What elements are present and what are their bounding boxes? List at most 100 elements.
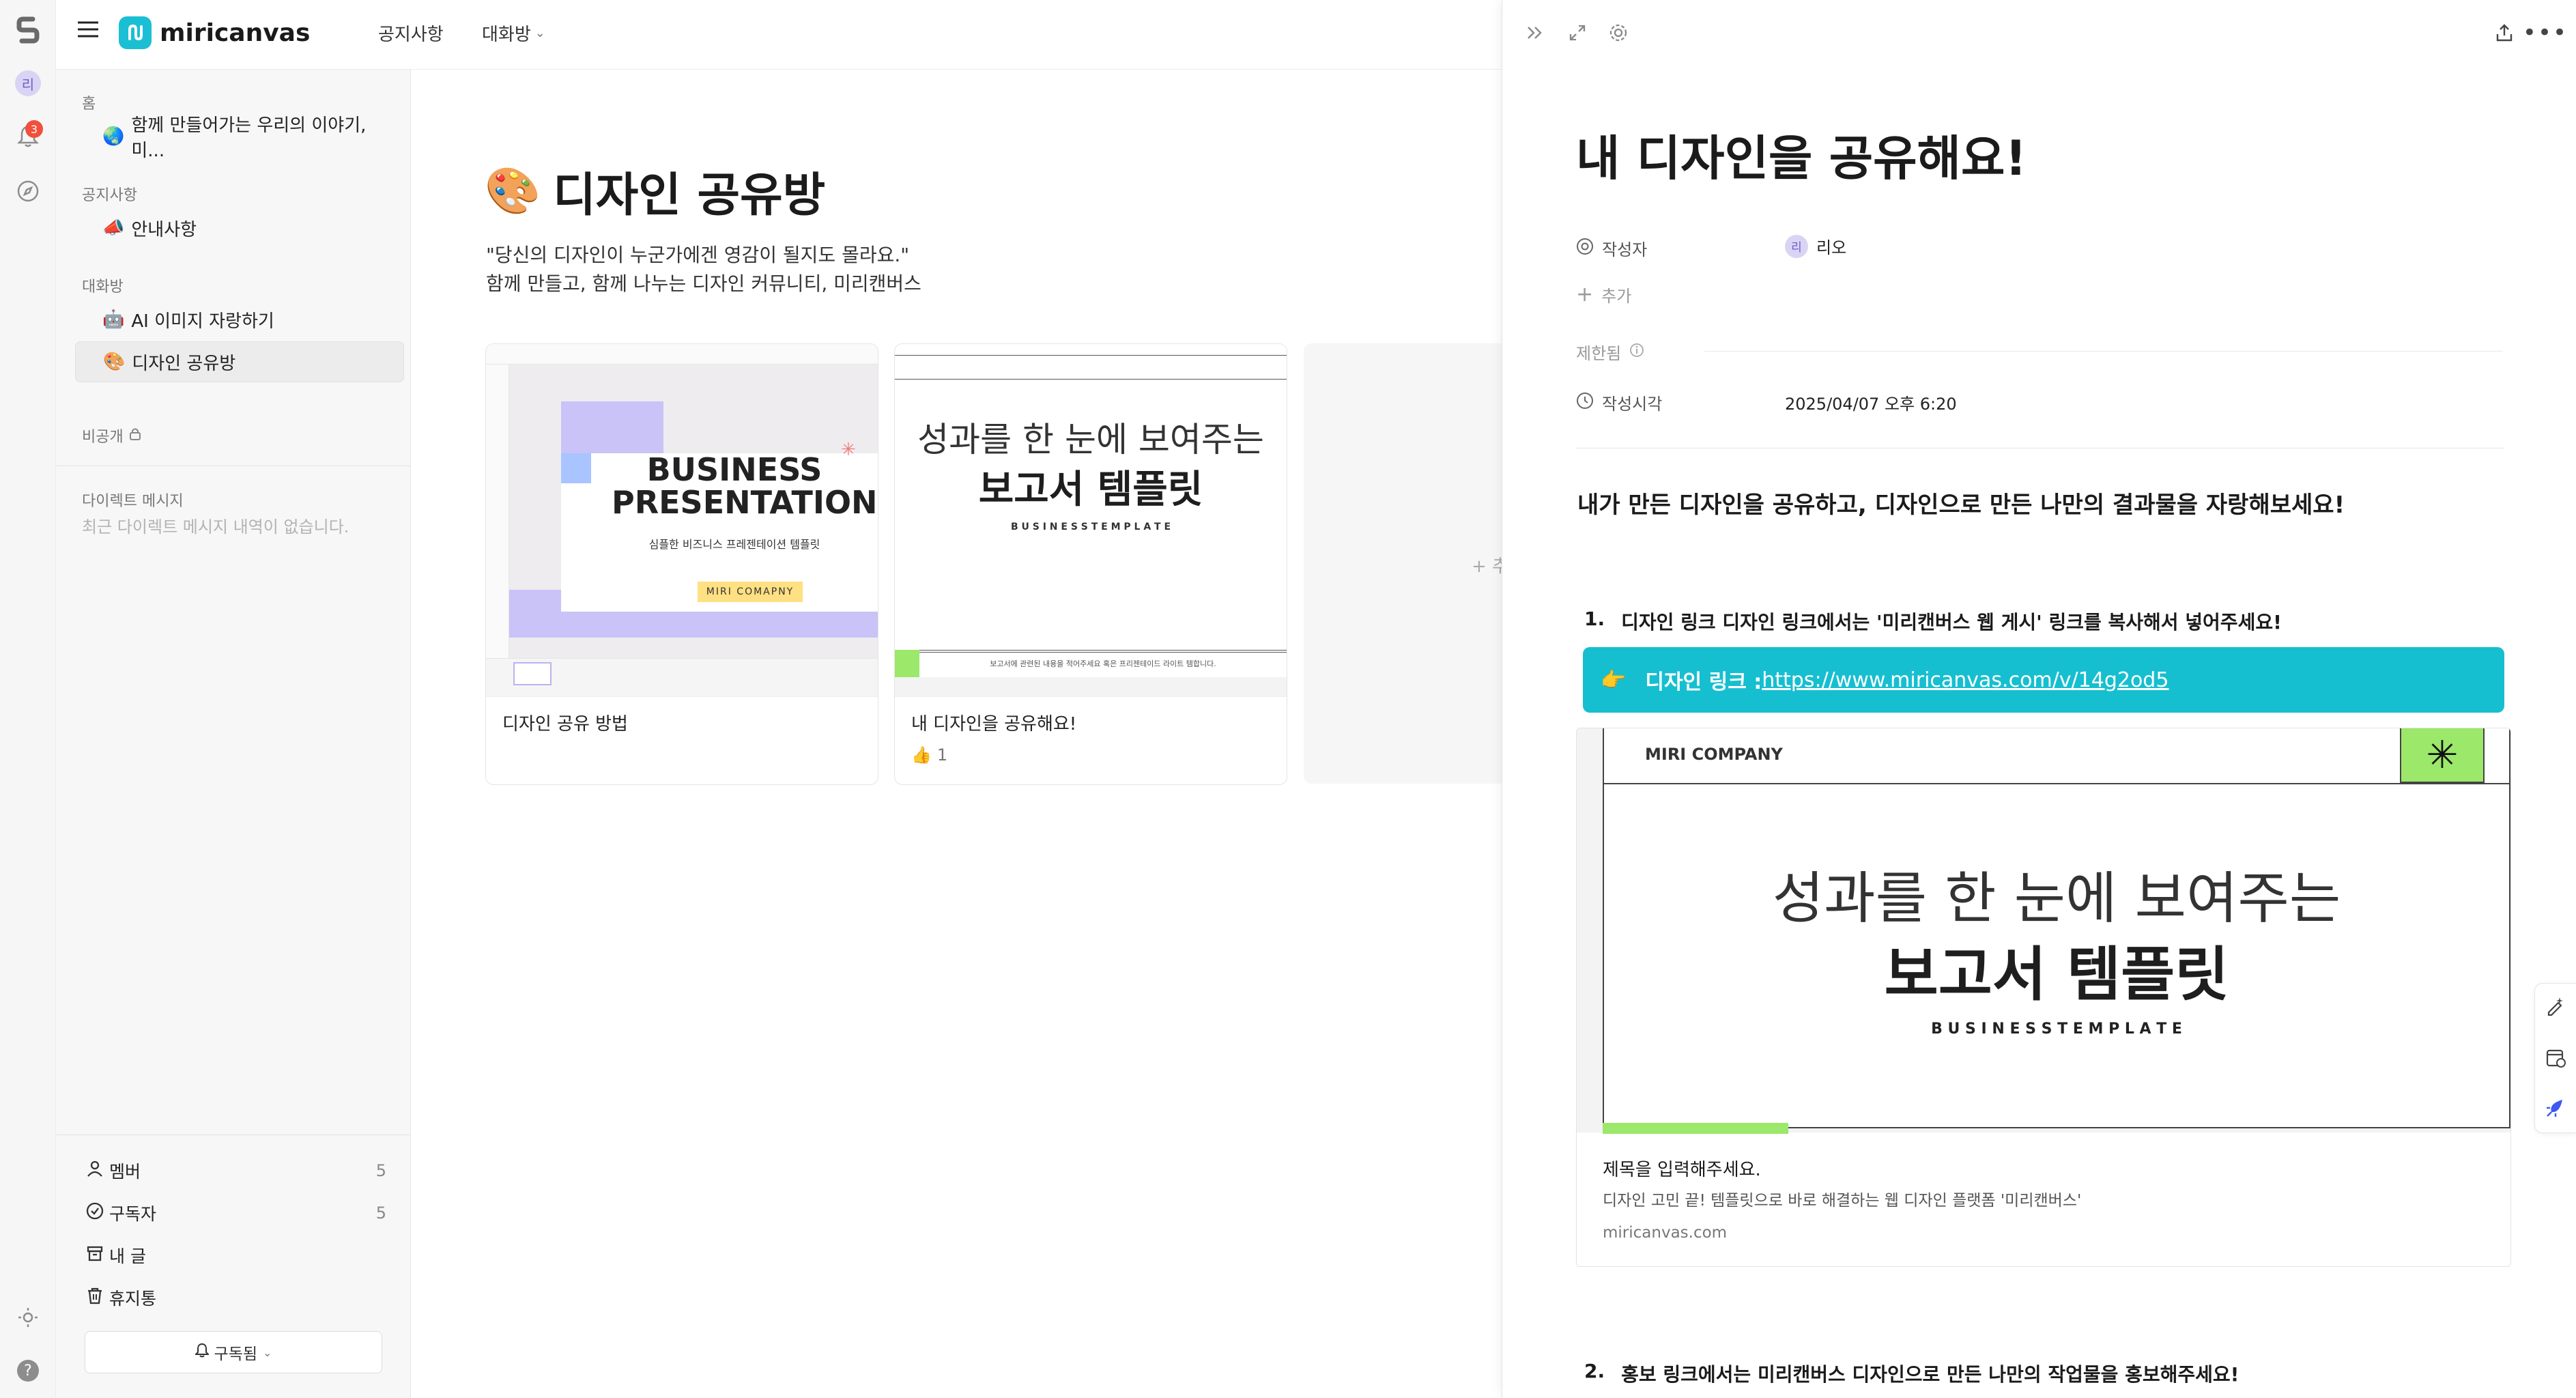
sidebar-item-home-story[interactable]: 🌏 함께 만들어가는 우리의 이야기, 미...: [75, 115, 404, 161]
step-1-number: 1.: [1584, 608, 1605, 630]
like-count-value: 1: [936, 745, 948, 765]
topnav-notice[interactable]: 공지사항: [378, 20, 444, 46]
members-count: 5: [375, 1161, 386, 1180]
edit-sparkle-icon[interactable]: [2545, 995, 2566, 1019]
created-value: 2025/04/07 오후 6:20: [1785, 395, 1957, 414]
post-intro: 내가 만든 디자인을 공유하고, 디자인으로 만든 나만의 결과물을 자랑해보세…: [1577, 491, 2345, 519]
preview-subtitle: B U S I N E S S T E M P L A T E: [1931, 1021, 2182, 1038]
preview-domain: miricanvas.com: [1603, 1224, 1728, 1242]
section-label-home: 홈: [82, 96, 96, 113]
page-description-line2: 함께 만들고, 함께 나누는 디자인 커뮤니티, 미리캔버스: [486, 272, 921, 295]
card-thumbnail: BUSINESS PRESENTATION ✳ 심플한 비즈니스 프레젠테이션 …: [486, 344, 878, 697]
preview-company: MIRI COMPANY: [1645, 745, 1783, 764]
add-post-card[interactable]: + 추: [1304, 343, 1508, 784]
sidebar-item-label: 디자인 공유방: [132, 353, 236, 374]
preview-image: ✳ MIRI COMPANY 성과를 한 눈에 보여주는 보고서 템플릿 B U…: [1577, 728, 2510, 1134]
design-link-callout: 👉 디자인 링크 : https://www.miricanvas.com/v/…: [1583, 647, 2504, 713]
lock-icon: [129, 427, 141, 444]
at-sign-icon: [1576, 238, 1594, 259]
preview-headline: 성과를 한 눈에 보여주는: [1772, 866, 2341, 931]
rocket-icon[interactable]: [2545, 1097, 2566, 1122]
step-2-text: 홍보 링크에서는 미리캔버스 디자인으로 만든 나만의 작업물을 홍보해주세요!: [1621, 1363, 2239, 1386]
check-circle-icon: [86, 1202, 109, 1225]
sidebar-item-label: AI 이미지 자랑하기: [131, 311, 274, 332]
notification-count-badge: 3: [25, 120, 43, 138]
megaphone-icon: 📣: [102, 218, 125, 238]
topnav-chat-dropdown[interactable]: 대화방 ⌄: [482, 20, 545, 46]
notification-bell-icon[interactable]: 3: [12, 120, 44, 153]
card-title: 내 디자인을 공유해요!: [911, 714, 1077, 734]
members-label: 멤버: [109, 1162, 141, 1182]
top-header: miricanvas 공지사항 대화방 ⌄: [56, 0, 1503, 70]
restricted-section[interactable]: 제한됨: [1576, 340, 1644, 364]
add-property-button[interactable]: + 추가: [1576, 283, 1631, 306]
topnav-chat-label: 대화방: [482, 25, 531, 45]
icon-rail: 리 3 ?: [0, 0, 56, 1398]
post-card[interactable]: 성과를 한 눈에 보여주는 보고서 템플릿 B U S I N E S S T …: [894, 343, 1287, 785]
thumb-headline: BUSINESS PRESENTATION: [612, 451, 878, 521]
palette-icon: 🎨: [103, 352, 126, 372]
like-count[interactable]: 👍 1: [911, 745, 947, 765]
step-2: 2. 홍보 링크에서는 미리캔버스 디자인으로 만든 나만의 작업물을 홍보해주…: [1584, 1360, 2239, 1387]
post-detail-panel: ••• 내 디자인을 공유해요! 작성자 리 리오 + 추가 제한됨 작성시각 …: [1502, 0, 2576, 1398]
sidebar-item-guide[interactable]: 📣 안내사항: [75, 208, 404, 248]
collapse-panel-icon[interactable]: [1521, 19, 1549, 46]
step-1: 1. 디자인 링크 디자인 링크에서는 '미리캔버스 웹 게시' 링크를 복사해…: [1584, 608, 2282, 635]
card-title: 디자인 공유 방법: [502, 714, 628, 734]
chevron-down-icon: ⌄: [263, 1345, 272, 1359]
page-title: 🎨 디자인 공유방: [485, 157, 825, 225]
theme-sun-icon[interactable]: [12, 1301, 44, 1334]
sparkle-icon: ✳: [841, 440, 856, 460]
app-name: miricanvas: [160, 18, 311, 47]
calendar-check-icon[interactable]: [2545, 1046, 2566, 1071]
person-icon: [86, 1160, 109, 1182]
settings-gear-icon[interactable]: [1605, 19, 1632, 46]
created-property: 작성시각: [1576, 390, 1662, 414]
page-description-line1: "당신의 디자인이 누군가에겐 영감이 될지도 몰라요.": [486, 244, 910, 266]
my-posts-label: 내 글: [109, 1246, 146, 1266]
author-label: 작성자: [1602, 240, 1648, 259]
expand-icon[interactable]: [1564, 19, 1591, 46]
sidebar-item-label: 함께 만들어가는 우리의 이야기, 미...: [131, 115, 367, 161]
subscribed-button[interactable]: 구독됨 ⌄: [85, 1331, 382, 1373]
divider: [1704, 351, 2503, 352]
subscribers-item[interactable]: 구독자 5: [86, 1196, 386, 1230]
app-logo[interactable]: miricanvas: [119, 16, 310, 49]
design-link[interactable]: https://www.miricanvas.com/v/14g2od5: [1762, 668, 2169, 692]
dm-empty-text: 최근 다이렉트 메시지 내역이 없습니다.: [82, 517, 349, 537]
my-posts-item[interactable]: 내 글: [86, 1238, 386, 1272]
members-item[interactable]: 멤버 5: [86, 1154, 386, 1188]
robot-icon: 🤖: [102, 309, 125, 330]
workspace-logo-icon[interactable]: [12, 14, 44, 46]
user-avatar[interactable]: 리: [12, 67, 44, 100]
sidebar-item-design-share[interactable]: 🎨 디자인 공유방: [75, 341, 404, 382]
hamburger-menu-icon[interactable]: [76, 19, 106, 46]
sidebar-item-ai-image[interactable]: 🤖 AI 이미지 자랑하기: [75, 299, 404, 340]
clock-icon: [1576, 392, 1594, 414]
section-label-notice: 공지사항: [82, 187, 137, 204]
link-preview-card[interactable]: ✳ MIRI COMPANY 성과를 한 눈에 보여주는 보고서 템플릿 B U…: [1576, 728, 2511, 1267]
palette-icon: 🎨: [485, 164, 541, 217]
section-label-dm: 다이렉트 메시지: [82, 493, 184, 510]
post-card[interactable]: BUSINESS PRESENTATION ✳ 심플한 비즈니스 프레젠테이션 …: [485, 343, 878, 785]
archive-box-icon: [86, 1244, 109, 1267]
preview-headline-bold: 보고서 템플릿: [1884, 941, 2229, 1009]
section-private[interactable]: 비공개: [82, 425, 141, 446]
trash-item[interactable]: 휴지통: [86, 1281, 386, 1315]
more-options-icon[interactable]: •••: [2523, 19, 2566, 46]
author-value[interactable]: 리 리오: [1785, 234, 1846, 258]
sidebar: 홈 🌏 함께 만들어가는 우리의 이야기, 미... 공지사항 📣 안내사항 대…: [56, 0, 411, 1398]
explore-compass-icon[interactable]: [12, 175, 44, 208]
miricanvas-logo-icon: [119, 16, 152, 49]
share-upload-icon[interactable]: [2491, 19, 2518, 46]
sidebar-item-label: 안내사항: [131, 219, 197, 240]
step-2-number: 2.: [1584, 1360, 1605, 1382]
help-icon[interactable]: ?: [12, 1354, 44, 1387]
preview-description: 디자인 고민 끝! 템플릿으로 바로 해결하는 웹 디자인 플랫폼 '미리캔버스…: [1603, 1192, 2082, 1210]
post-title: 내 디자인을 공유해요!: [1576, 130, 2027, 186]
page-title-text: 디자인 공유방: [553, 169, 826, 223]
trash-icon: [86, 1287, 109, 1309]
restricted-label: 제한됨: [1576, 344, 1622, 363]
subscribers-count: 5: [375, 1203, 386, 1223]
thumbs-up-icon: 👍: [911, 745, 932, 765]
